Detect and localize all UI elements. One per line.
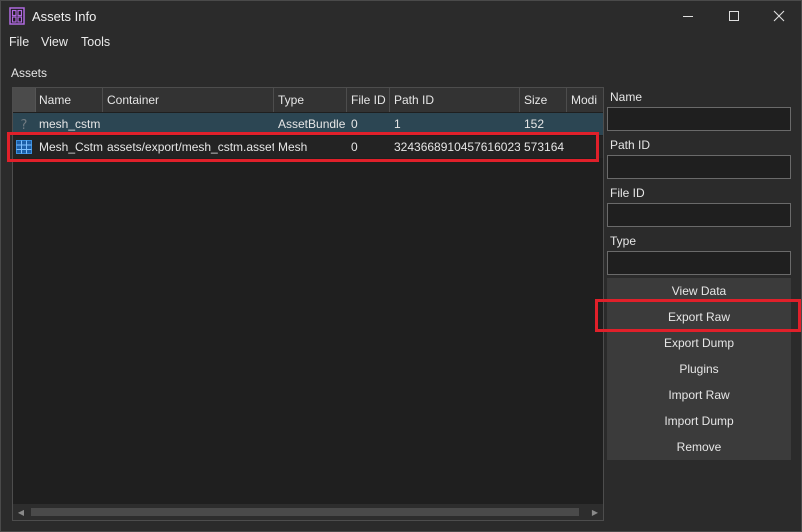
assets-info-window: Assets Info File View Tools Assets Name … — [0, 0, 802, 532]
minimize-button[interactable] — [665, 1, 711, 31]
minimize-icon — [683, 16, 693, 17]
col-header-type[interactable]: Type — [274, 88, 347, 112]
name-label: Name — [610, 90, 643, 104]
col-header-size[interactable]: Size — [520, 88, 567, 112]
close-icon — [773, 10, 785, 22]
menu-view[interactable]: View — [41, 35, 68, 49]
grid-corner[interactable] — [13, 88, 36, 112]
path-id-input[interactable] — [607, 155, 791, 179]
maximize-button[interactable] — [711, 1, 757, 31]
horizontal-scrollbar[interactable]: ◀ ▶ — [13, 504, 603, 520]
question-mark-icon: ? — [21, 118, 28, 131]
menu-bar: File View Tools — [1, 31, 801, 53]
menu-tools[interactable]: Tools — [81, 35, 110, 49]
scrollbar-thumb[interactable] — [31, 508, 579, 516]
row-highlight-annotation — [7, 132, 599, 162]
col-header-modified[interactable]: Modi — [567, 88, 603, 112]
type-input[interactable] — [607, 251, 791, 275]
name-input[interactable] — [607, 107, 791, 131]
plugins-button[interactable]: Plugins — [607, 356, 791, 382]
type-label: Type — [610, 234, 637, 248]
menu-file[interactable]: File — [9, 35, 29, 49]
col-header-container[interactable]: Container — [103, 88, 274, 112]
remove-button[interactable]: Remove — [607, 434, 791, 460]
col-header-path-id[interactable]: Path ID — [390, 88, 520, 112]
window-title: Assets Info — [32, 9, 97, 24]
assets-section-label: Assets — [11, 66, 48, 80]
file-id-label: File ID — [610, 186, 645, 200]
scroll-right-arrow-icon[interactable]: ▶ — [587, 504, 603, 520]
col-header-name[interactable]: Name — [35, 88, 103, 112]
col-header-file-id[interactable]: File ID — [347, 88, 390, 112]
maximize-icon — [729, 11, 739, 21]
file-id-input[interactable] — [607, 203, 791, 227]
close-button[interactable] — [756, 1, 802, 31]
app-icon — [9, 7, 25, 25]
path-id-label: Path ID — [610, 138, 651, 152]
import-dump-button[interactable]: Import Dump — [607, 408, 791, 434]
export-dump-button[interactable]: Export Dump — [607, 330, 791, 356]
import-raw-button[interactable]: Import Raw — [607, 382, 791, 408]
svg-text:?: ? — [21, 118, 28, 131]
title-bar: Assets Info — [1, 1, 801, 31]
export-raw-highlight-annotation — [595, 299, 801, 332]
grid-header: Name Container Type File ID Path ID Size… — [13, 88, 603, 112]
scroll-left-arrow-icon[interactable]: ◀ — [13, 504, 29, 520]
